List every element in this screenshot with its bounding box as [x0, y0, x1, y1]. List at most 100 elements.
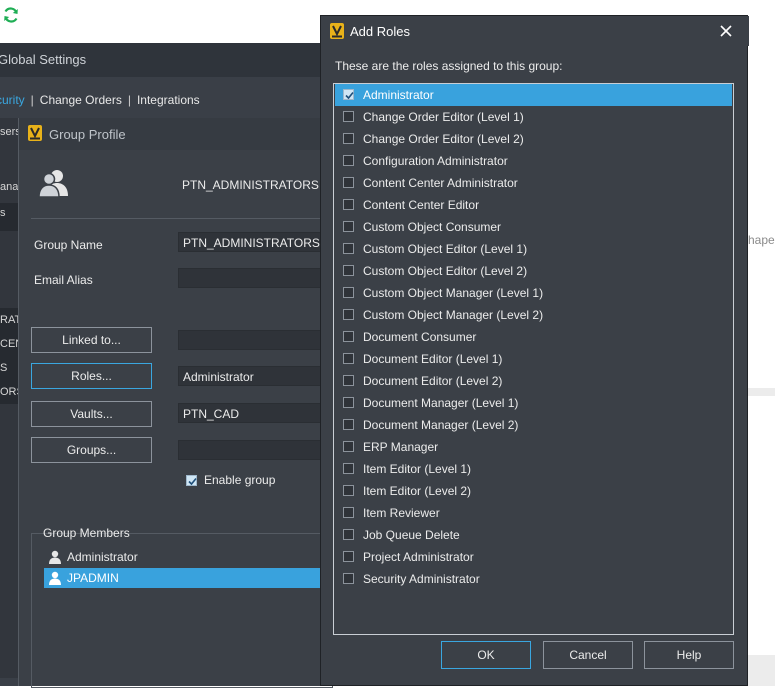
role-item[interactable]: Document Editor (Level 2): [335, 370, 732, 392]
role-item[interactable]: Custom Object Manager (Level 2): [335, 304, 732, 326]
role-checkbox[interactable]: [343, 353, 354, 364]
role-checkbox[interactable]: [343, 199, 354, 210]
role-item[interactable]: Custom Object Consumer: [335, 216, 732, 238]
role-item[interactable]: Document Manager (Level 1): [335, 392, 732, 414]
role-checkbox[interactable]: [343, 419, 354, 430]
role-label: Document Manager (Level 1): [363, 396, 519, 410]
role-item[interactable]: Item Editor (Level 2): [335, 480, 732, 502]
refresh-icon[interactable]: [2, 6, 20, 24]
role-checkbox[interactable]: [343, 463, 354, 474]
email-alias-field[interactable]: [178, 268, 338, 288]
role-checkbox[interactable]: [343, 485, 354, 496]
vault-app-icon: [330, 23, 344, 39]
enable-group-checkbox[interactable]: [186, 475, 197, 486]
left-panel-fragment: ana: [0, 181, 18, 193]
role-item[interactable]: Custom Object Editor (Level 1): [335, 238, 732, 260]
role-label: Custom Object Editor (Level 1): [363, 242, 528, 256]
role-label: Document Consumer: [363, 330, 477, 344]
left-panel-fragment: sers: [0, 126, 18, 138]
divider: [31, 218, 331, 219]
role-item[interactable]: Custom Object Manager (Level 1): [335, 282, 732, 304]
left-panel-fragment[interactable]: S: [0, 362, 18, 374]
role-item[interactable]: Item Editor (Level 1): [335, 458, 732, 480]
roles-field: Administrator: [178, 366, 338, 386]
role-label: Change Order Editor (Level 2): [363, 132, 524, 146]
role-checkbox[interactable]: [343, 551, 354, 562]
ok-button[interactable]: OK: [441, 641, 531, 669]
role-item[interactable]: Document Editor (Level 1): [335, 348, 732, 370]
left-panel-fragment[interactable]: ORS: [0, 386, 18, 398]
role-item[interactable]: Document Consumer: [335, 326, 732, 348]
email-alias-label: Email Alias: [34, 273, 93, 287]
role-checkbox[interactable]: [343, 309, 354, 320]
role-item[interactable]: Content Center Editor: [335, 194, 732, 216]
member-name: JPADMIN: [67, 571, 119, 585]
role-checkbox[interactable]: [343, 287, 354, 298]
tab-change-orders[interactable]: Change Orders: [40, 93, 122, 107]
role-checkbox[interactable]: [343, 243, 354, 254]
role-item[interactable]: Security Administrator: [335, 568, 732, 590]
role-checkbox[interactable]: [343, 331, 354, 342]
role-item[interactable]: Custom Object Editor (Level 2): [335, 260, 732, 282]
roles-button[interactable]: Roles...: [31, 363, 152, 389]
group-profile-window: Group Profile PTN_ADMINISTRATORS Group N…: [18, 118, 338, 688]
role-checkbox[interactable]: [343, 89, 354, 100]
group-name-label: Group Name: [34, 238, 103, 252]
role-checkbox[interactable]: [343, 133, 354, 144]
role-item[interactable]: Project Administrator: [335, 546, 732, 568]
role-item[interactable]: Configuration Administrator: [335, 150, 732, 172]
left-panel-fragment[interactable]: s: [0, 207, 18, 219]
group-name-display: PTN_ADMINISTRATORS: [182, 178, 319, 192]
linked-to-button[interactable]: Linked to...: [31, 327, 152, 353]
role-label: Administrator: [363, 88, 434, 102]
role-checkbox[interactable]: [343, 177, 354, 188]
help-button[interactable]: Help: [644, 641, 734, 669]
role-item[interactable]: Administrator: [335, 84, 732, 106]
role-checkbox[interactable]: [343, 397, 354, 408]
add-roles-dialog: Add Roles These are the roles assigned t…: [320, 15, 749, 686]
close-icon[interactable]: [717, 22, 735, 40]
add-roles-titlebar[interactable]: Add Roles: [321, 16, 749, 46]
group-members-label: Group Members: [43, 526, 130, 540]
role-item[interactable]: Change Order Editor (Level 1): [335, 106, 732, 128]
role-label: Custom Object Editor (Level 2): [363, 264, 528, 278]
tab-integrations[interactable]: Integrations: [137, 93, 200, 107]
role-label: Document Manager (Level 2): [363, 418, 519, 432]
global-settings-titlebar[interactable]: Global Settings: [0, 43, 330, 77]
left-panel-fragment[interactable]: RAT: [0, 314, 18, 326]
member-row[interactable]: Administrator: [44, 547, 334, 567]
group-profile-titlebar[interactable]: Group Profile: [19, 118, 331, 150]
role-item[interactable]: Change Order Editor (Level 2): [335, 128, 732, 150]
role-label: Configuration Administrator: [363, 154, 508, 168]
role-label: Security Administrator: [363, 572, 480, 586]
role-checkbox[interactable]: [343, 155, 354, 166]
left-panel-fragment[interactable]: CEN: [0, 338, 18, 350]
role-checkbox[interactable]: [343, 375, 354, 386]
role-item[interactable]: Document Manager (Level 2): [335, 414, 732, 436]
role-checkbox[interactable]: [343, 507, 354, 518]
enable-group-label[interactable]: Enable group: [204, 473, 275, 487]
groups-button[interactable]: Groups...: [31, 437, 152, 463]
vaults-button[interactable]: Vaults...: [31, 401, 152, 427]
linked-to-field: [178, 330, 338, 350]
tab-security[interactable]: curity: [0, 93, 25, 107]
role-checkbox[interactable]: [343, 111, 354, 122]
role-label: ERP Manager: [363, 440, 439, 454]
role-item[interactable]: Item Reviewer: [335, 502, 732, 524]
role-checkbox[interactable]: [343, 221, 354, 232]
role-label: Item Editor (Level 1): [363, 462, 472, 476]
global-settings-title: Global Settings: [0, 52, 87, 67]
cancel-button[interactable]: Cancel: [543, 641, 633, 669]
role-item[interactable]: Job Queue Delete: [335, 524, 732, 546]
member-row[interactable]: JPADMIN: [44, 568, 334, 588]
role-checkbox[interactable]: [343, 573, 354, 584]
role-item[interactable]: ERP Manager: [335, 436, 732, 458]
role-checkbox[interactable]: [343, 529, 354, 540]
role-checkbox[interactable]: [343, 265, 354, 276]
role-label: Custom Object Manager (Level 1): [363, 286, 544, 300]
user-icon: [49, 550, 61, 564]
role-checkbox[interactable]: [343, 441, 354, 452]
group-name-field[interactable]: PTN_ADMINISTRATORS: [178, 232, 338, 252]
role-item[interactable]: Content Center Administrator: [335, 172, 732, 194]
role-label: Item Reviewer: [363, 506, 440, 520]
